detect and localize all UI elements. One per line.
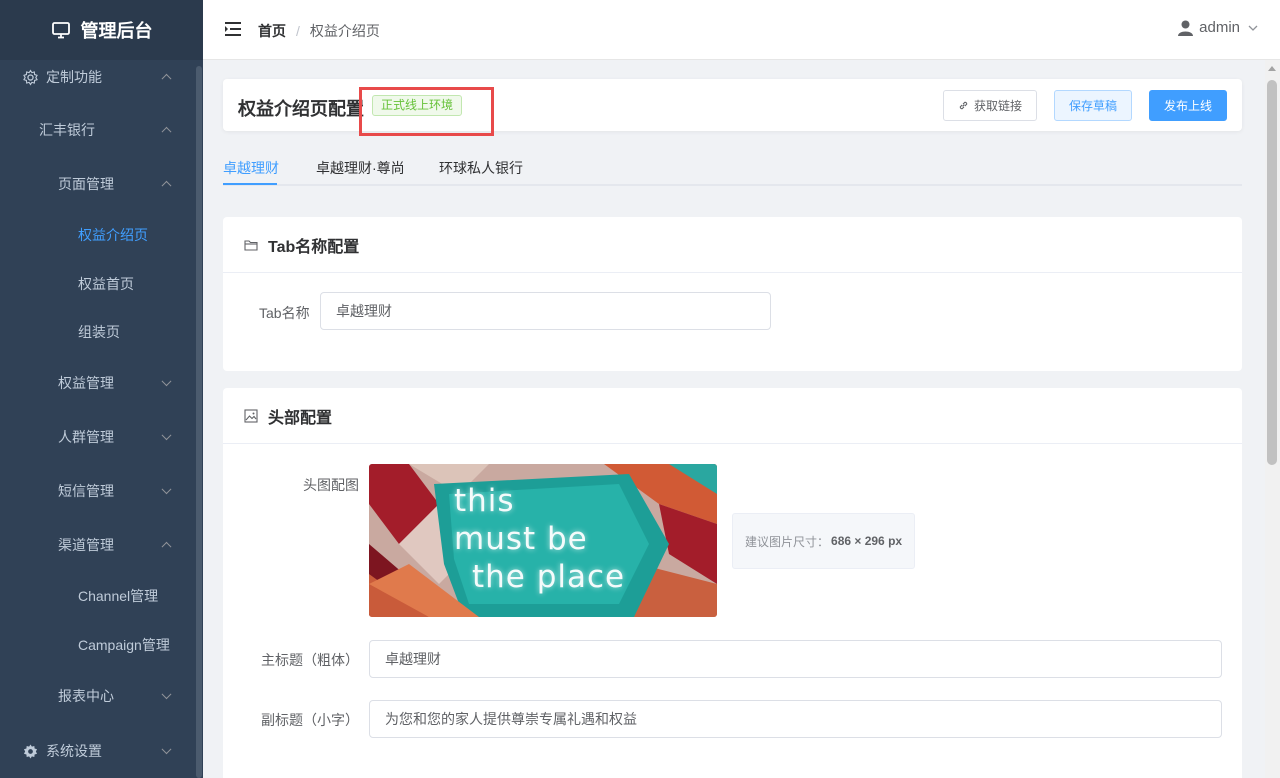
sidebar-item-channel-group[interactable]: 渠道管理 <box>0 530 196 560</box>
sidebar-item-benefits-home[interactable]: 权益首页 <box>0 269 196 299</box>
chevron-down-icon <box>161 430 172 441</box>
breadcrumb-separator: / <box>296 23 300 39</box>
sidebar-item-benefits-intro[interactable]: 权益介绍页 <box>0 220 196 250</box>
active-tab-indicator <box>223 183 277 185</box>
tab-name-label: Tab名称 <box>259 305 310 321</box>
chevron-down-icon <box>161 376 172 387</box>
chevron-up-icon <box>161 541 172 552</box>
sidebar-item-label: 系统设置 <box>46 743 102 759</box>
sidebar-item-custom-features[interactable]: 定制功能 <box>0 62 196 92</box>
sidebar-item-label: Campaign管理 <box>78 637 170 653</box>
top-header: 首页 / 权益介绍页 admin <box>203 0 1280 60</box>
sidebar-item-label: 权益介绍页 <box>78 227 148 243</box>
section-header: Tab名称配置 <box>223 217 1242 273</box>
main-scrollbar-thumb[interactable] <box>1267 80 1277 465</box>
chevron-down-icon <box>161 744 172 755</box>
breadcrumb-home[interactable]: 首页 <box>258 21 286 41</box>
image-icon <box>244 408 258 423</box>
chevron-down-icon <box>161 689 172 700</box>
subtitle-label: 副标题（小字） <box>261 712 359 728</box>
tab-bar: 卓越理财 卓越理财·尊尚 环球私人银行 <box>223 150 1242 186</box>
sidebar-item-benefits-management[interactable]: 权益管理 <box>0 368 196 398</box>
neon-line-3: the place <box>472 559 626 595</box>
section-title: 头部配置 <box>268 409 333 427</box>
hero-image-label: 头图配图 <box>303 477 359 493</box>
image-size-hint: 建议图片尺寸： 686 × 296 px <box>732 513 915 569</box>
sidebar-item-label: 短信管理 <box>58 483 114 499</box>
app-title: 管理后台 <box>80 21 153 41</box>
sidebar-item-sms-management[interactable]: 短信管理 <box>0 476 196 506</box>
sidebar-item-campaign-management[interactable]: Campaign管理 <box>0 630 196 660</box>
section-header: 头部配置 <box>223 388 1242 444</box>
sidebar-item-system-settings[interactable]: 系统设置 <box>0 736 196 766</box>
get-link-button[interactable]: 获取链接 <box>943 90 1037 121</box>
user-icon <box>1178 20 1194 36</box>
publish-button[interactable]: 发布上线 <box>1149 90 1227 121</box>
tab-name-input[interactable]: 卓越理财 <box>320 292 771 330</box>
subtitle-input[interactable]: 为您和您的家人提供尊崇专属礼遇和权益 <box>369 700 1222 738</box>
sidebar-item-label: 渠道管理 <box>58 537 114 553</box>
sidebar-item-label: 权益首页 <box>78 276 134 292</box>
sidebar-scrollbar[interactable] <box>196 66 202 778</box>
username: admin <box>1199 19 1240 36</box>
size-hint-label: 建议图片尺寸： <box>745 534 830 549</box>
folder-icon <box>244 239 258 251</box>
header-config-section: 头部配置 头图配图 this must be the place 建议图片尺寸：… <box>223 388 1242 778</box>
tab-premier-wealth[interactable]: 卓越理财 <box>223 158 279 178</box>
chevron-down-icon <box>1248 25 1258 31</box>
sidebar-item-label: 人群管理 <box>58 429 114 445</box>
sidebar-item-label: 组装页 <box>78 324 120 340</box>
sidebar-item-page-management[interactable]: 页面管理 <box>0 169 196 199</box>
page-title: 权益介绍页配置 <box>238 99 364 119</box>
brand[interactable]: 管理后台 <box>0 0 203 60</box>
chevron-up-icon <box>161 180 172 191</box>
sidebar-item-label: 页面管理 <box>58 176 114 192</box>
sidebar-item-label: 权益管理 <box>58 375 114 391</box>
hamburger-icon[interactable] <box>225 22 241 39</box>
sidebar-item-channel-management[interactable]: Channel管理 <box>0 581 196 611</box>
sidebar-item-label: 汇丰银行 <box>39 122 95 138</box>
chevron-down-icon <box>161 484 172 495</box>
breadcrumb: 首页 / 权益介绍页 <box>258 21 380 41</box>
sidebar: 管理后台 定制功能 汇丰银行 页面管理 权益介绍页 权益首页 组装页 权益管理 … <box>0 0 203 778</box>
link-icon <box>959 101 968 110</box>
save-draft-button[interactable]: 保存草稿 <box>1054 90 1132 121</box>
highlight-annotation <box>359 87 494 136</box>
sidebar-item-assembly-page[interactable]: 组装页 <box>0 317 196 347</box>
tab-global-private-banking[interactable]: 环球私人银行 <box>439 158 523 178</box>
neon-sign-text: this must be the place <box>454 482 625 596</box>
scroll-up-arrow-icon[interactable] <box>1268 66 1276 71</box>
sidebar-item-hsbc[interactable]: 汇丰银行 <box>0 115 196 145</box>
monitor-icon <box>51 22 70 39</box>
neon-line-1: this <box>454 483 515 519</box>
size-hint-value: 686 × 296 px <box>831 534 903 548</box>
neon-line-2: must be <box>454 521 588 557</box>
chevron-up-icon <box>161 126 172 137</box>
get-link-label: 获取链接 <box>973 99 1022 113</box>
settings-icon <box>22 743 39 760</box>
sidebar-item-label: 报表中心 <box>58 688 114 704</box>
main-title-label: 主标题（粗体） <box>261 652 359 668</box>
user-menu[interactable]: admin <box>1178 19 1258 36</box>
hero-image[interactable]: this must be the place <box>369 464 717 617</box>
chevron-up-icon <box>161 73 172 84</box>
sidebar-item-report-center[interactable]: 报表中心 <box>0 681 196 711</box>
sidebar-item-audience-management[interactable]: 人群管理 <box>0 422 196 452</box>
tab-name-section: Tab名称配置 Tab名称 卓越理财 <box>223 217 1242 371</box>
gear-icon <box>22 69 39 86</box>
tab-premier-elite[interactable]: 卓越理财·尊尚 <box>316 158 405 178</box>
sidebar-item-label: 定制功能 <box>46 69 102 85</box>
breadcrumb-current: 权益介绍页 <box>309 23 380 39</box>
sidebar-item-label: Channel管理 <box>78 588 159 604</box>
section-title: Tab名称配置 <box>268 238 360 256</box>
main-title-input[interactable]: 卓越理财 <box>369 640 1222 678</box>
